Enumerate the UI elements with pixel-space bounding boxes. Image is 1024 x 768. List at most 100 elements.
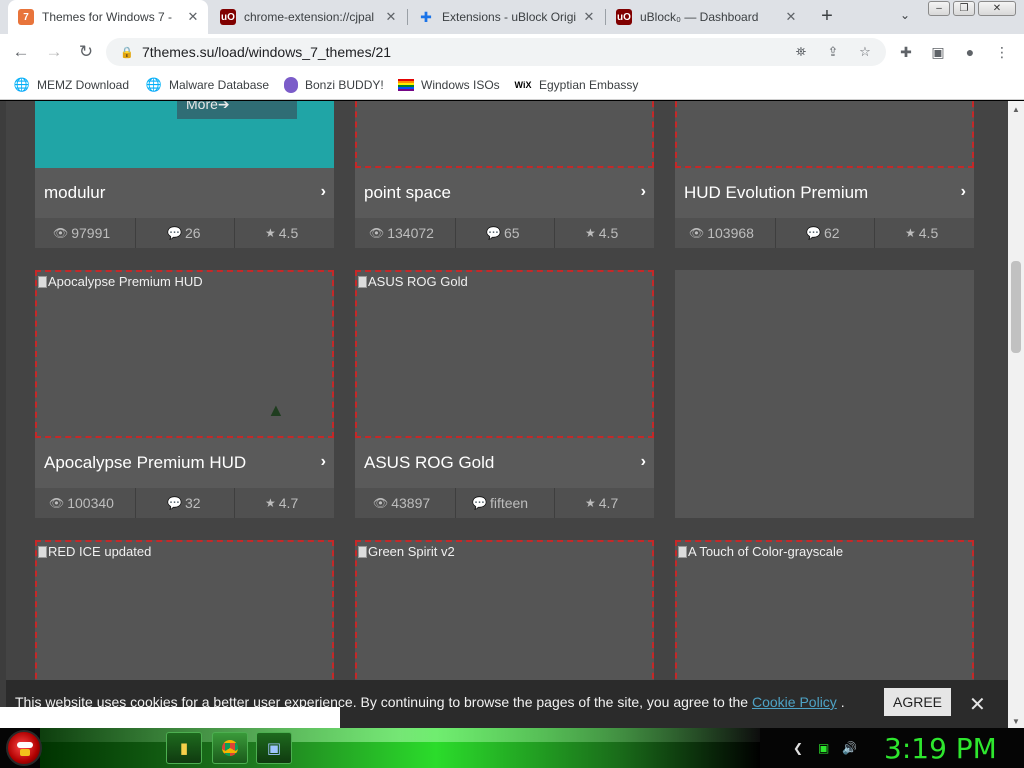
theme-thumbnail[interactable]: ASUS ROG Gold [355, 270, 654, 438]
eye-icon: 👁 [369, 226, 385, 240]
chrome-taskbar-button[interactable] [212, 732, 248, 764]
theme-stats: 👁 97991 💬 26 ★ 4.5 [35, 218, 334, 248]
broken-image-icon [678, 545, 687, 558]
app-taskbar-button[interactable]: ▣ [256, 732, 292, 764]
bookmark-windows-isos[interactable]: Windows ISOs [398, 76, 500, 94]
chevron-right-icon[interactable]: › [321, 183, 326, 201]
bookmark-label: Egyptian Embassy [539, 78, 639, 92]
theme-name-bar[interactable]: HUD Evolution Premium › [675, 168, 974, 218]
back-arrow-icon[interactable]: ← [9, 40, 33, 64]
angry-bird-icon [17, 742, 33, 748]
bookmark-malware-database[interactable]: 🌐 Malware Database [146, 76, 269, 94]
chevron-down-icon[interactable]: ⌄ [896, 8, 914, 26]
close-icon[interactable]: ✕ [782, 9, 800, 25]
extensions-puzzle-icon[interactable]: ✚ [896, 42, 916, 62]
7themes-favicon-icon: 7 [18, 9, 34, 25]
window-close-button[interactable]: ✕ [978, 1, 1016, 16]
eye-icon: 👁 [373, 496, 389, 510]
reload-icon[interactable]: ↻ [74, 40, 98, 64]
theme-thumbnail[interactable]: Apocalypse Premium HUD ▲ [35, 270, 334, 438]
tab-strip: 7 Themes for Windows 7 - ✕ uO chrome-ext… [0, 0, 1024, 34]
tab-extensions[interactable]: ✚ Extensions - uBlock Origi ✕ [408, 0, 604, 34]
comments-count: 💬 26 [167, 225, 201, 241]
theme-name[interactable]: HUD Evolution Premium [684, 183, 868, 203]
bookmark-bonzi-buddy[interactable]: Bonzi BUDDY! [284, 76, 384, 94]
scroll-up-arrow-icon[interactable]: ▲ [1012, 105, 1020, 114]
thumbnail-alt-text: Green Spirit v2 [358, 544, 455, 559]
maximize-button[interactable]: ❐ [953, 1, 975, 16]
theme-name-bar[interactable]: ASUS ROG Gold › [355, 438, 654, 488]
cookie-policy-link[interactable]: Cookie Policy [752, 694, 837, 710]
kebab-menu-icon[interactable]: ⋮ [992, 42, 1012, 62]
close-icon[interactable]: ✕ [382, 9, 400, 25]
page-scrollbar[interactable]: ▲ ▼ [1008, 101, 1024, 728]
side-panel-icon[interactable]: ▣ [928, 42, 948, 62]
chevron-right-icon[interactable]: › [641, 453, 646, 471]
explorer-taskbar-button[interactable]: ▮ [166, 732, 202, 764]
taskbar-clock[interactable]: 3:19 PM [884, 732, 997, 765]
windows-taskbar: ▮ ▣ ❮ ▣ 🔊 3:19 PM [0, 728, 1024, 768]
star-icon: ★ [585, 226, 596, 240]
bookmark-memz-download[interactable]: 🌐 MEMZ Download [14, 76, 129, 94]
empty-card-placeholder [675, 270, 974, 518]
globe-icon: 🌐 [145, 77, 163, 92]
more-button[interactable]: More➔ [177, 101, 297, 119]
theme-thumbnail[interactable] [355, 101, 654, 168]
rating: ★ 4.5 [585, 225, 619, 241]
theme-name-bar[interactable]: modulur › [35, 168, 334, 218]
comments-icon: 💬 [806, 226, 821, 240]
browser-toolbar: ← → ↻ 🔒 7themes.su/load/windows_7_themes… [0, 34, 1024, 70]
scroll-thumb[interactable] [1011, 261, 1021, 353]
theme-name[interactable]: modulur [44, 183, 105, 203]
chevron-right-icon[interactable]: › [321, 453, 326, 471]
bookmark-egyptian-embassy[interactable]: WiX Egyptian Embassy [514, 76, 639, 94]
theme-thumbnail[interactable]: More➔ [35, 101, 334, 168]
chevron-right-icon[interactable]: › [961, 183, 966, 201]
volume-icon[interactable]: 🔊 [842, 741, 857, 755]
chevron-right-icon[interactable]: › [641, 183, 646, 201]
star-icon: ★ [265, 496, 276, 510]
views-count: 👁 100340 [49, 495, 114, 511]
forward-arrow-icon[interactable]: → [42, 40, 66, 64]
minimize-button[interactable]: – [928, 1, 950, 16]
close-icon[interactable]: ✕ [969, 692, 986, 717]
tab-ublock-dashboard[interactable]: uO uBlock₀ — Dashboard ✕ [606, 0, 806, 34]
tab-chrome-extension[interactable]: uO chrome-extension://cjpal ✕ [210, 0, 406, 34]
theme-name[interactable]: Apocalypse Premium HUD [44, 453, 246, 473]
thumbnail-alt-text: A Touch of Color-grayscale [678, 544, 843, 559]
views-count: 👁 43897 [373, 495, 431, 511]
broken-image-icon [38, 545, 47, 558]
theme-name-bar[interactable]: Apocalypse Premium HUD › [35, 438, 334, 488]
new-tab-button[interactable]: + [816, 6, 838, 28]
start-button[interactable] [6, 730, 42, 766]
tab-themes[interactable]: 7 Themes for Windows 7 - ✕ [8, 0, 208, 34]
thumbnail-alt-text: RED ICE updated [38, 544, 151, 559]
agree-button[interactable]: AGREE [884, 688, 951, 716]
translate-icon[interactable]: ⛯ [792, 44, 810, 60]
bookmark-label: Bonzi BUDDY! [305, 78, 384, 92]
theme-stats: 👁 134072 💬 65 ★ 4.5 [355, 218, 654, 248]
star-icon[interactable]: ☆ [856, 44, 874, 60]
scroll-down-arrow-icon[interactable]: ▼ [1012, 717, 1020, 726]
bird-beak [20, 749, 30, 756]
share-icon[interactable]: ⇪ [824, 44, 842, 60]
theme-name[interactable]: ASUS ROG Gold [364, 453, 494, 473]
theme-name[interactable]: point space [364, 183, 451, 203]
address-bar[interactable]: 🔒 7themes.su/load/windows_7_themes/21 ⛯ … [106, 38, 886, 66]
theme-stats: 👁 43897 💬 fifteen ★ 4.7 [355, 488, 654, 518]
url-text[interactable]: 7themes.su/load/windows_7_themes/21 [142, 44, 391, 60]
stat-divider [554, 488, 555, 518]
eye-icon: 👁 [689, 226, 705, 240]
folder-icon: ▮ [179, 740, 189, 757]
network-icon[interactable]: ▣ [818, 741, 829, 755]
close-icon[interactable]: ✕ [184, 9, 202, 25]
profile-avatar-icon[interactable]: ● [960, 42, 980, 62]
screen: 7 Themes for Windows 7 - ✕ uO chrome-ext… [0, 0, 1024, 768]
themes-grid: More➔ modulur › 👁 97991 💬 26 ★ 4.5 point… [6, 101, 1008, 728]
eye-icon: 👁 [49, 496, 65, 510]
theme-name-bar[interactable]: point space › [355, 168, 654, 218]
close-icon[interactable]: ✕ [580, 9, 598, 25]
tray-chevron-icon[interactable]: ❮ [793, 741, 803, 755]
puzzle-icon: ✚ [420, 8, 432, 25]
theme-thumbnail[interactable] [675, 101, 974, 168]
